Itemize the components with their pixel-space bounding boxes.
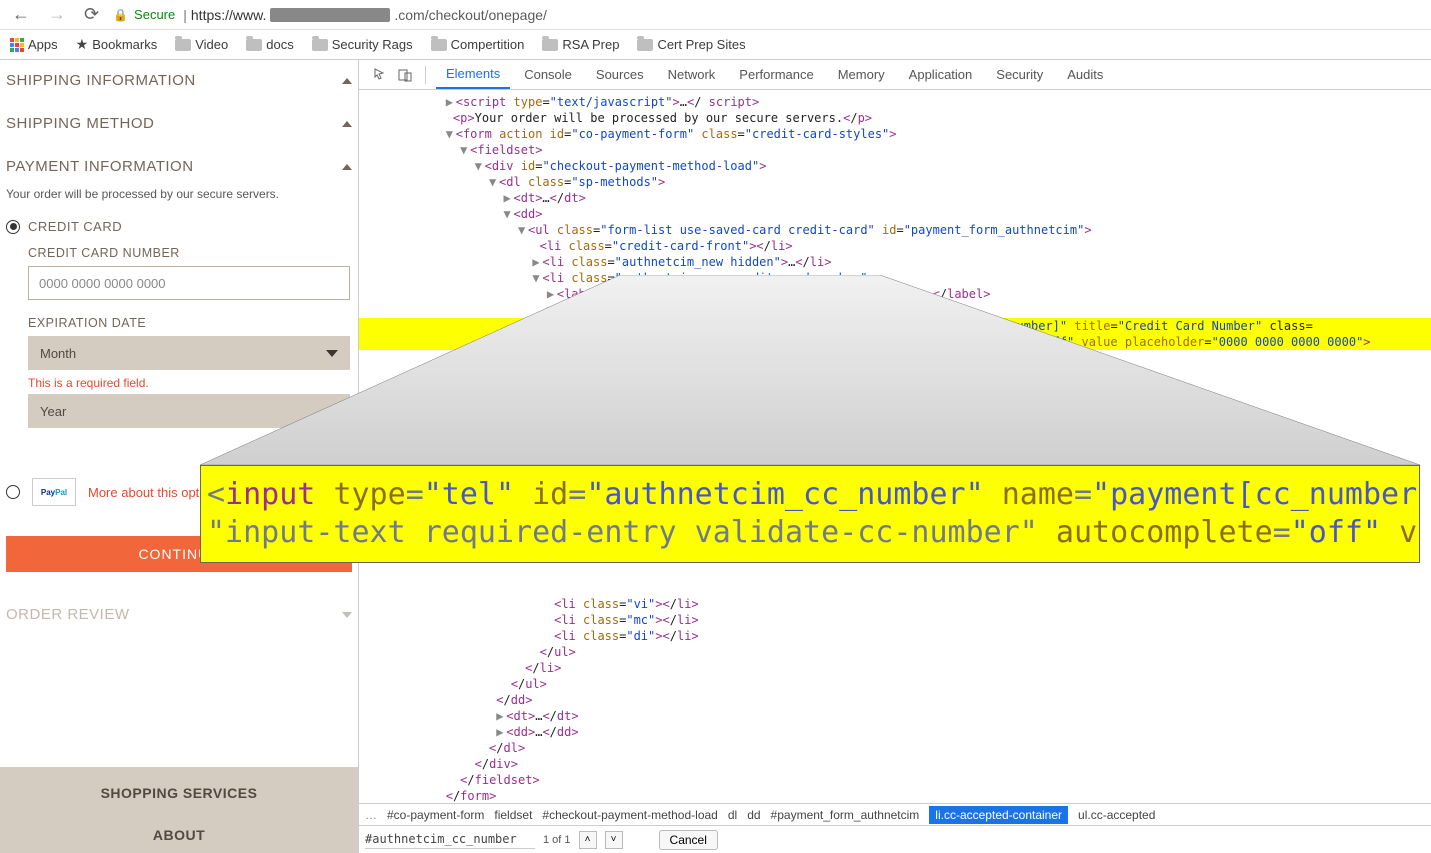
url-prefix: https://www. — [191, 7, 266, 23]
devtools-panel: Elements Console Sources Network Perform… — [358, 60, 1431, 853]
dom-breadcrumbs[interactable]: … #co-payment-form fieldset #checkout-pa… — [359, 803, 1431, 825]
bookmark-cert-prep[interactable]: Cert Prep Sites — [637, 37, 745, 52]
bookmark-rsa-prep[interactable]: RSA Prep — [542, 37, 619, 52]
bookmark-bookmarks[interactable]: ★Bookmarks — [76, 36, 158, 53]
tab-elements[interactable]: Elements — [436, 60, 510, 89]
folder-icon — [637, 39, 653, 51]
tab-sources[interactable]: Sources — [586, 61, 654, 88]
folder-icon — [431, 39, 447, 51]
devtools-search-bar: 1 of 1 ˄ ˅ Cancel — [359, 825, 1431, 853]
url-suffix: .com/checkout/onepage/ — [394, 7, 547, 23]
back-button[interactable]: ← — [8, 4, 34, 25]
bookmark-docs[interactable]: docs — [246, 37, 293, 52]
paypal-logo-icon: PayPal — [32, 478, 76, 506]
order-review-header[interactable]: ORDER REVIEW — [6, 602, 352, 627]
devtools-search-input[interactable] — [365, 831, 535, 849]
search-cancel-button[interactable]: Cancel — [659, 830, 718, 850]
url-field[interactable]: 🔒 Secure | https://www..com/checkout/one… — [113, 7, 1423, 23]
chevron-up-icon — [342, 121, 352, 127]
credit-card-radio[interactable]: CREDIT CARD — [6, 219, 352, 234]
search-count: 1 of 1 — [543, 834, 571, 846]
payment-info-header[interactable]: PAYMENT INFORMATION — [6, 154, 352, 179]
required-error: This is a required field. — [28, 376, 352, 390]
tab-performance[interactable]: Performance — [729, 61, 823, 88]
chevron-up-icon — [342, 164, 352, 170]
folder-icon — [246, 39, 262, 51]
url-redacted — [270, 8, 390, 22]
secure-note: Your order will be processed by our secu… — [6, 187, 352, 201]
year-select[interactable]: Year — [28, 394, 350, 428]
browser-address-bar: ← → ⟳ 🔒 Secure | https://www..com/checko… — [0, 0, 1431, 30]
bookmark-security-rags[interactable]: Security Rags — [312, 37, 413, 52]
secure-label: Secure — [134, 7, 175, 22]
apps-icon — [10, 38, 24, 52]
folder-icon — [175, 39, 191, 51]
inspect-icon[interactable] — [371, 65, 391, 85]
reload-button[interactable]: ⟳ — [80, 4, 103, 25]
folder-icon — [542, 39, 558, 51]
footer-shopping[interactable]: SHOPPING SERVICES — [0, 785, 358, 801]
search-next-button[interactable]: ˅ — [605, 831, 623, 849]
tab-audits[interactable]: Audits — [1057, 61, 1113, 88]
paypal-more-link[interactable]: More about this optio — [88, 485, 209, 500]
chevron-up-icon — [342, 78, 352, 84]
continue-button[interactable]: CONTINUE — [6, 536, 352, 572]
star-icon: ★ — [76, 36, 89, 53]
tab-network[interactable]: Network — [658, 61, 726, 88]
tab-security[interactable]: Security — [986, 61, 1053, 88]
tab-console[interactable]: Console — [514, 61, 582, 88]
device-toggle-icon[interactable] — [395, 65, 415, 85]
dom-tree[interactable]: ▶<script type="text/javascript">…</ scri… — [359, 90, 1431, 803]
bookmarks-bar: Apps ★Bookmarks Video docs Security Rags… — [0, 30, 1431, 60]
bookmark-video[interactable]: Video — [175, 37, 228, 52]
cc-number-label: CREDIT CARD NUMBER — [28, 246, 352, 260]
expiration-label: EXPIRATION DATE — [28, 316, 352, 330]
month-select[interactable]: Month — [28, 336, 350, 370]
radio-selected-icon — [6, 220, 20, 234]
bookmark-compertition[interactable]: Compertition — [431, 37, 525, 52]
forward-button[interactable]: → — [44, 4, 70, 25]
paypal-radio[interactable] — [6, 485, 20, 499]
devtools-toolbar: Elements Console Sources Network Perform… — [359, 60, 1431, 90]
lock-icon: 🔒 — [113, 8, 128, 22]
shipping-method-header[interactable]: SHIPPING METHOD — [6, 111, 352, 136]
apps-button[interactable]: Apps — [10, 37, 58, 52]
footer-about[interactable]: ABOUT — [0, 827, 358, 843]
checkout-panel: SHIPPING INFORMATION SHIPPING METHOD PAY… — [0, 60, 358, 853]
folder-icon — [312, 39, 328, 51]
footer: SHOPPING SERVICES ABOUT — [0, 767, 358, 853]
cc-number-input[interactable] — [28, 266, 350, 300]
search-prev-button[interactable]: ˄ — [579, 831, 597, 849]
tab-memory[interactable]: Memory — [828, 61, 895, 88]
tab-application[interactable]: Application — [899, 61, 983, 88]
chevron-down-icon — [342, 612, 352, 618]
shipping-info-header[interactable]: SHIPPING INFORMATION — [6, 68, 352, 93]
chevron-down-icon — [326, 350, 338, 357]
